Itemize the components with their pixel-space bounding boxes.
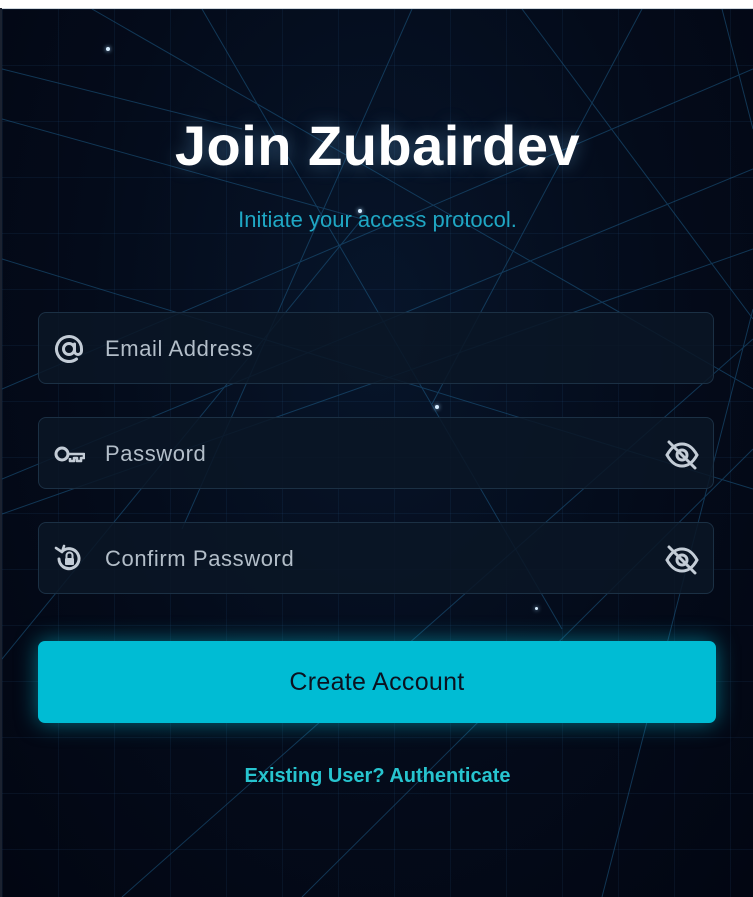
page-title: Join Zubairdev	[174, 114, 581, 177]
email-input[interactable]	[105, 335, 645, 363]
create-account-button[interactable]: Create Account	[38, 641, 716, 723]
lock-reset-icon	[54, 544, 81, 571]
password-field	[38, 417, 714, 489]
password-input[interactable]	[105, 440, 645, 468]
login-link[interactable]: Existing User? Authenticate	[2, 765, 753, 788]
star-dot	[435, 405, 439, 409]
star-dot	[535, 607, 538, 610]
confirm-password-field	[38, 522, 714, 594]
star-dot	[106, 47, 110, 51]
browser-top-edge	[0, 0, 753, 9]
eye-off-icon[interactable]	[665, 440, 699, 470]
page-subtitle: Initiate your access protocol.	[238, 207, 517, 232]
signup-panel: Join Zubairdev Initiate your access prot…	[2, 9, 753, 897]
key-icon	[54, 446, 85, 463]
eye-off-icon[interactable]	[665, 545, 699, 575]
email-field	[38, 312, 714, 384]
at-sign-icon	[55, 335, 83, 363]
confirm-password-input[interactable]	[105, 545, 645, 573]
